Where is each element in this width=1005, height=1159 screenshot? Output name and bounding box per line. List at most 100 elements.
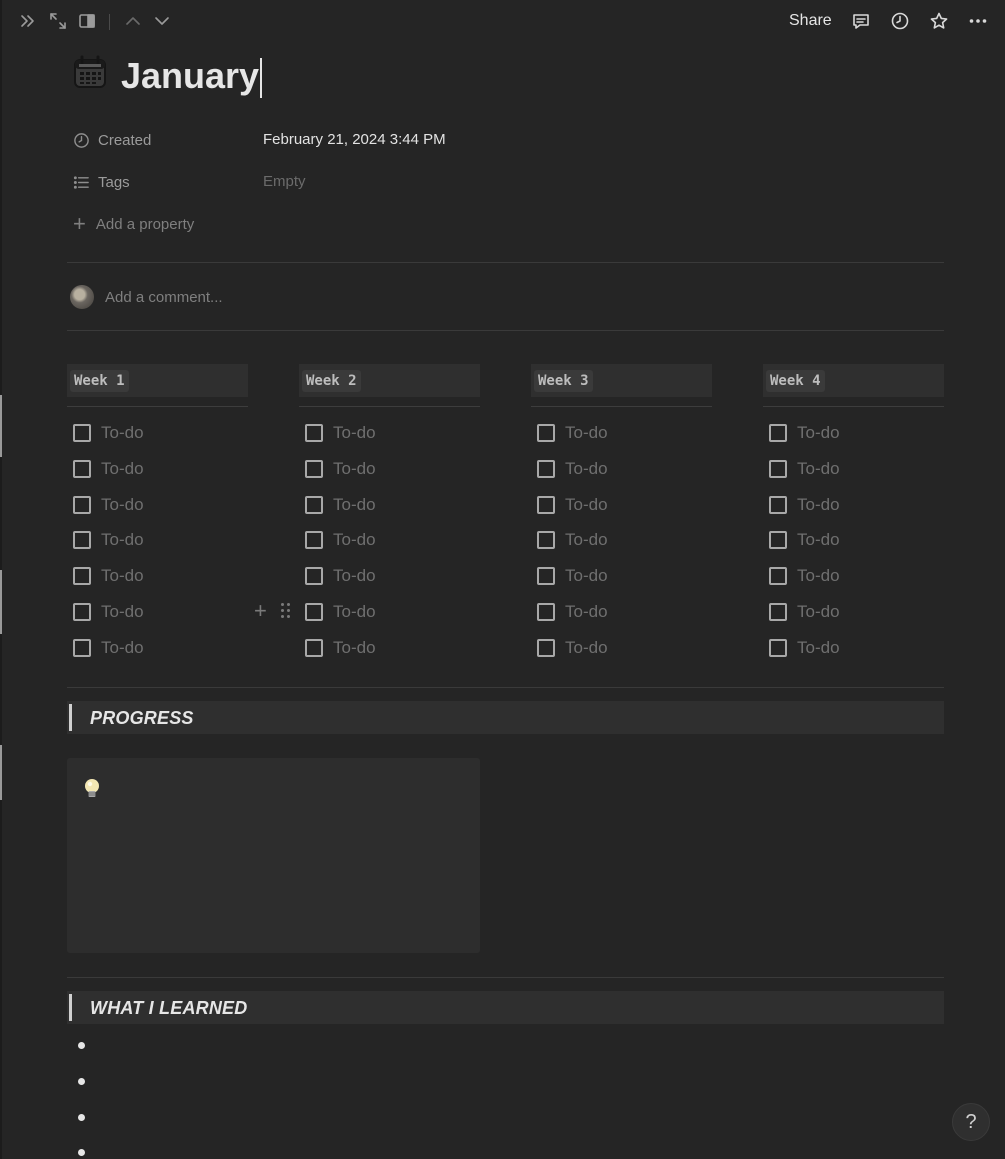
- todo-checkbox[interactable]: [769, 460, 787, 478]
- todo-item[interactable]: To-do: [769, 637, 840, 659]
- todo-text[interactable]: To-do: [565, 566, 608, 586]
- todo-checkbox[interactable]: [305, 531, 323, 549]
- todo-text[interactable]: To-do: [333, 423, 376, 443]
- todo-checkbox[interactable]: [305, 496, 323, 514]
- todo-text[interactable]: To-do: [333, 638, 376, 658]
- todo-item[interactable]: To-do: [73, 601, 144, 623]
- todo-checkbox[interactable]: [537, 603, 555, 621]
- todo-text[interactable]: To-do: [101, 459, 144, 479]
- lightbulb-icon[interactable]: [83, 778, 101, 800]
- todo-checkbox[interactable]: [305, 460, 323, 478]
- todo-text[interactable]: To-do: [101, 566, 144, 586]
- todo-checkbox[interactable]: [769, 531, 787, 549]
- todo-item[interactable]: To-do: [73, 565, 144, 587]
- collapse-sidebar-icon[interactable]: [17, 10, 39, 32]
- todo-text[interactable]: To-do: [333, 566, 376, 586]
- todo-item[interactable]: To-do: [537, 565, 608, 587]
- todo-text[interactable]: To-do: [797, 495, 840, 515]
- todo-text[interactable]: To-do: [797, 423, 840, 443]
- more-options-icon[interactable]: [967, 10, 989, 32]
- todo-text[interactable]: To-do: [333, 602, 376, 622]
- todo-text[interactable]: To-do: [101, 602, 144, 622]
- todo-checkbox[interactable]: [769, 567, 787, 585]
- drag-handle-icon[interactable]: [281, 603, 291, 619]
- todo-item[interactable]: To-do: [305, 637, 376, 659]
- comment-icon[interactable]: [850, 10, 872, 32]
- todo-item[interactable]: To-do: [769, 601, 840, 623]
- todo-checkbox[interactable]: [305, 603, 323, 621]
- add-block-plus-icon[interactable]: +: [254, 600, 267, 622]
- chevron-down-icon[interactable]: [151, 10, 173, 32]
- todo-item[interactable]: To-do: [73, 458, 144, 480]
- todo-text[interactable]: To-do: [565, 495, 608, 515]
- todo-checkbox[interactable]: [537, 531, 555, 549]
- progress-heading[interactable]: PROGRESS: [67, 701, 944, 734]
- todo-item[interactable]: To-do: [305, 458, 376, 480]
- todo-checkbox[interactable]: [537, 567, 555, 585]
- todo-checkbox[interactable]: [537, 639, 555, 657]
- todo-checkbox[interactable]: [537, 496, 555, 514]
- add-property-button[interactable]: + Add a property: [73, 213, 194, 235]
- todo-item[interactable]: To-do: [537, 494, 608, 516]
- todo-item[interactable]: To-do: [769, 422, 840, 444]
- help-button[interactable]: ?: [952, 1103, 990, 1141]
- todo-checkbox[interactable]: [73, 496, 91, 514]
- property-tags[interactable]: Tags: [72, 170, 130, 194]
- todo-item[interactable]: To-do: [769, 494, 840, 516]
- todo-text[interactable]: To-do: [797, 459, 840, 479]
- todo-item[interactable]: To-do: [73, 422, 144, 444]
- todo-text[interactable]: To-do: [797, 602, 840, 622]
- todo-checkbox[interactable]: [73, 424, 91, 442]
- todo-item[interactable]: To-do: [73, 529, 144, 551]
- todo-checkbox[interactable]: [73, 567, 91, 585]
- todo-checkbox[interactable]: [769, 424, 787, 442]
- todo-text[interactable]: To-do: [797, 566, 840, 586]
- todo-text[interactable]: To-do: [101, 638, 144, 658]
- todo-text[interactable]: To-do: [101, 423, 144, 443]
- todo-item[interactable]: To-do: [769, 565, 840, 587]
- todo-text[interactable]: To-do: [797, 638, 840, 658]
- property-created[interactable]: Created: [72, 128, 151, 152]
- todo-text[interactable]: To-do: [333, 495, 376, 515]
- todo-text[interactable]: To-do: [333, 530, 376, 550]
- todo-item[interactable]: To-do: [537, 458, 608, 480]
- calendar-icon[interactable]: [72, 54, 108, 90]
- todo-checkbox[interactable]: [305, 424, 323, 442]
- todo-item[interactable]: To-do: [537, 529, 608, 551]
- todo-checkbox[interactable]: [73, 639, 91, 657]
- todo-text[interactable]: To-do: [565, 638, 608, 658]
- todo-text[interactable]: To-do: [101, 530, 144, 550]
- side-panel-icon[interactable]: [76, 10, 98, 32]
- todo-item[interactable]: To-do: [73, 637, 144, 659]
- bullet-item[interactable]: [78, 1078, 85, 1085]
- todo-item[interactable]: To-do: [537, 422, 608, 444]
- todo-text[interactable]: To-do: [565, 602, 608, 622]
- todo-checkbox[interactable]: [769, 639, 787, 657]
- bullet-item[interactable]: [78, 1149, 85, 1156]
- bullet-item[interactable]: [78, 1042, 85, 1049]
- share-button[interactable]: Share: [789, 12, 832, 30]
- todo-item[interactable]: To-do: [305, 529, 376, 551]
- page-title-text[interactable]: January: [121, 55, 259, 96]
- history-clock-icon[interactable]: [889, 10, 911, 32]
- star-icon[interactable]: [928, 10, 950, 32]
- todo-text[interactable]: To-do: [565, 459, 608, 479]
- todo-checkbox[interactable]: [305, 567, 323, 585]
- todo-checkbox[interactable]: [73, 460, 91, 478]
- todo-text[interactable]: To-do: [565, 530, 608, 550]
- todo-text[interactable]: To-do: [797, 530, 840, 550]
- todo-item[interactable]: To-do: [537, 637, 608, 659]
- todo-checkbox[interactable]: [73, 603, 91, 621]
- todo-item[interactable]: To-do: [305, 422, 376, 444]
- todo-item[interactable]: To-do: [305, 601, 376, 623]
- todo-text[interactable]: To-do: [565, 423, 608, 443]
- todo-checkbox[interactable]: [73, 531, 91, 549]
- todo-text[interactable]: To-do: [101, 495, 144, 515]
- progress-callout[interactable]: [67, 758, 480, 953]
- expand-icon[interactable]: [47, 10, 69, 32]
- todo-item[interactable]: To-do: [537, 601, 608, 623]
- property-value-tags[interactable]: Empty: [263, 173, 306, 190]
- todo-item[interactable]: To-do: [73, 494, 144, 516]
- todo-item[interactable]: To-do: [769, 529, 840, 551]
- todo-checkbox[interactable]: [537, 460, 555, 478]
